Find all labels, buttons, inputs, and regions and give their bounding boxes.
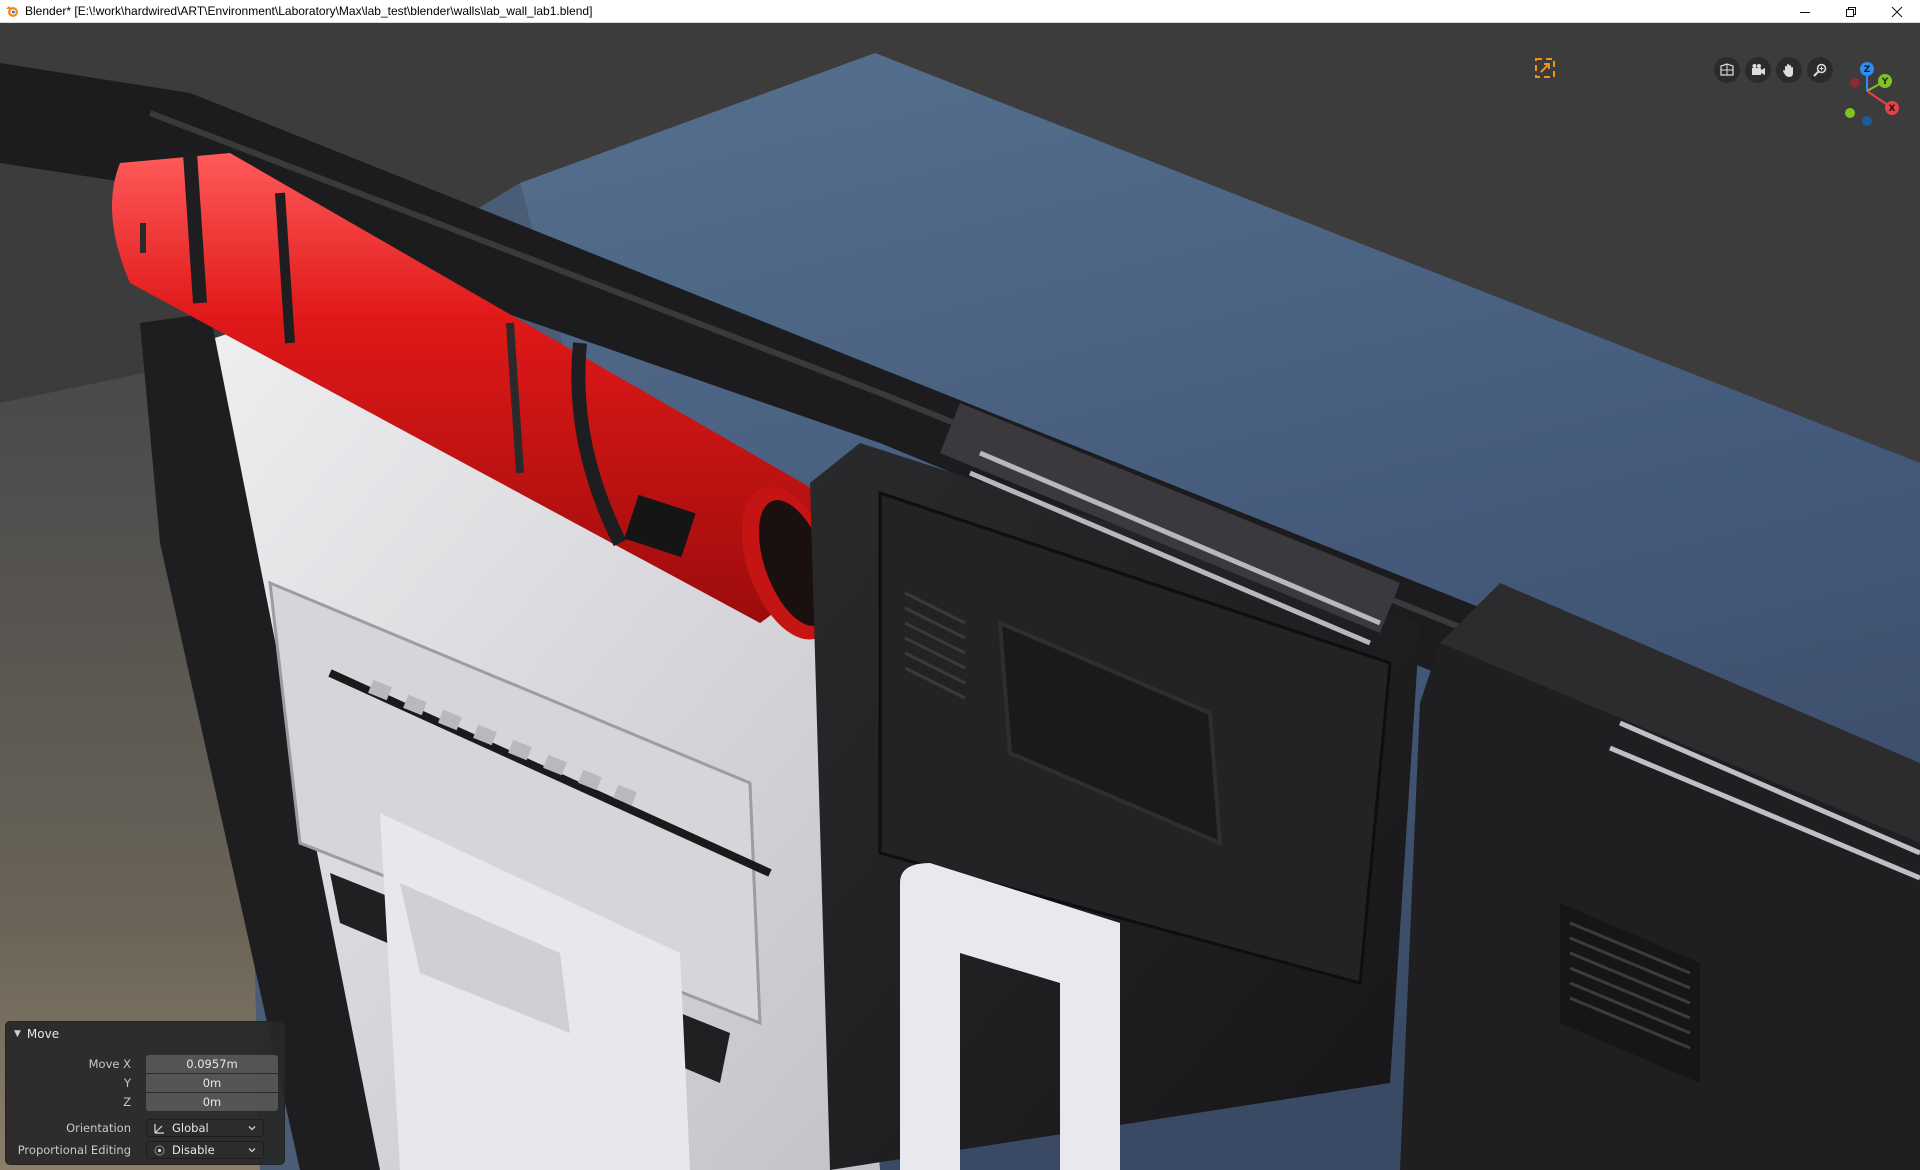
pan-view-button[interactable] bbox=[1776, 57, 1802, 83]
frame-selected-icon[interactable] bbox=[1533, 56, 1557, 80]
svg-text:Z: Z bbox=[1864, 65, 1871, 75]
zoom-view-button[interactable] bbox=[1807, 57, 1833, 83]
proportional-editing-label: Proportional Editing bbox=[17, 1143, 131, 1157]
orientation-global-icon bbox=[154, 1123, 164, 1134]
3d-viewport[interactable]: Z Y X ▼ Move Move X 0.0957m Y 0m Z 0m Or… bbox=[0, 23, 1920, 1170]
toggle-xray-button[interactable] bbox=[1714, 57, 1740, 83]
move-z-row: Z 0m bbox=[6, 1093, 286, 1111]
minimize-button[interactable] bbox=[1782, 0, 1828, 23]
move-x-label: Move X bbox=[88, 1057, 131, 1071]
orientation-dropdown[interactable]: Global bbox=[146, 1119, 264, 1137]
viewport-navigation bbox=[1714, 57, 1833, 83]
chevron-down-icon bbox=[248, 1148, 256, 1153]
minimize-icon bbox=[1800, 11, 1810, 13]
restore-button[interactable] bbox=[1828, 0, 1874, 23]
move-y-label: Y bbox=[123, 1076, 131, 1090]
orientation-row: Orientation Global bbox=[6, 1119, 286, 1137]
window-title: Blender* [E:\!work\hardwired\ART\Environ… bbox=[25, 4, 593, 18]
proportional-editing-dropdown[interactable]: Disable bbox=[146, 1141, 264, 1159]
viewport-scene bbox=[0, 23, 1920, 1170]
proportional-editing-value: Disable bbox=[172, 1143, 215, 1157]
navigation-gizmo[interactable]: Z Y X bbox=[1835, 61, 1905, 131]
move-x-field[interactable]: 0.0957m bbox=[146, 1055, 278, 1073]
svg-text:Y: Y bbox=[1881, 77, 1889, 87]
collapse-triangle-icon[interactable]: ▼ bbox=[14, 1029, 21, 1039]
toggle-xray-icon bbox=[1720, 63, 1734, 76]
panel-header[interactable]: ▼ Move bbox=[6, 1022, 284, 1046]
blender-logo-icon bbox=[6, 6, 18, 17]
close-button[interactable] bbox=[1874, 0, 1920, 23]
panel-title: Move bbox=[26, 1027, 60, 1041]
orientation-label: Orientation bbox=[66, 1121, 131, 1135]
move-x-row: Move X 0.0957m bbox=[6, 1055, 286, 1073]
pan-hand-icon bbox=[1783, 64, 1793, 77]
orientation-value: Global bbox=[172, 1121, 209, 1135]
camera-view-icon bbox=[1752, 64, 1765, 75]
window-title-bar: Blender* [E:\!work\hardwired\ART\Environ… bbox=[0, 0, 1920, 23]
move-z-label: Z bbox=[123, 1095, 131, 1109]
adjust-last-operation-panel: ▼ Move Move X 0.0957m Y 0m Z 0m Orientat… bbox=[5, 1021, 285, 1165]
move-y-field[interactable]: 0m bbox=[146, 1074, 278, 1092]
move-z-field[interactable]: 0m bbox=[146, 1093, 278, 1111]
restore-icon bbox=[1846, 6, 1856, 17]
proportional-editing-row: Proportional Editing Disable bbox=[6, 1141, 286, 1159]
proportional-editing-icon bbox=[154, 1145, 165, 1155]
close-icon bbox=[1891, 6, 1903, 17]
chevron-down-icon bbox=[248, 1126, 256, 1131]
move-y-row: Y 0m bbox=[6, 1074, 286, 1092]
svg-text:X: X bbox=[1889, 104, 1896, 114]
zoom-icon bbox=[1813, 63, 1827, 77]
camera-view-button[interactable] bbox=[1745, 57, 1771, 83]
